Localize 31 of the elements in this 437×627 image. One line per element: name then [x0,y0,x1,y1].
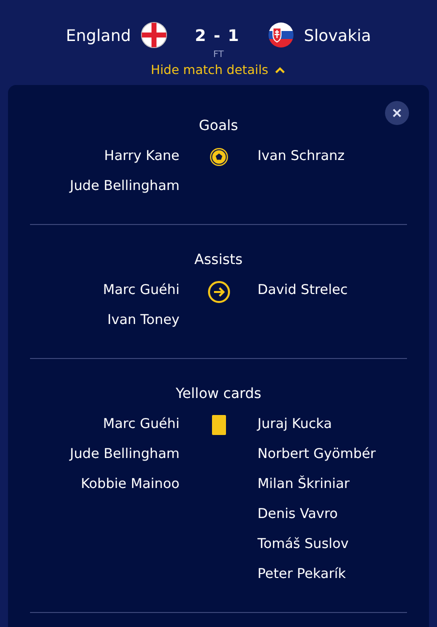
close-button[interactable] [385,101,409,125]
player-name: Marc Guéhi [102,415,180,434]
slovakia-flag-icon [268,22,294,48]
section-title: Goals [198,118,238,134]
section-title: Yellow cards [176,386,262,402]
player-name: Harry Kane [104,147,180,166]
booking-card-icon [212,415,226,435]
player-name: Denis Vavro [258,505,339,524]
close-icon [392,108,402,118]
player-name: Marc Guéhi [102,281,180,300]
player-name: Milan Škriniar [258,474,351,494]
player-name: Peter Pekarík [258,565,347,584]
player-name: Juraj Kucka [258,415,333,434]
player-name: Norbert Gyömbér [258,445,377,464]
team-name: Slovakia [304,26,372,44]
football-icon [208,147,228,167]
chevron-icon [274,66,286,74]
player-name: Ivan Schranz [258,147,346,166]
player-name: David Strelec [258,281,349,300]
arrow-circle-icon [206,280,230,304]
player-name: Ivan Toney [107,311,180,330]
player-name: Jude Bellingham [70,177,180,196]
team-name: England [66,26,131,44]
score: 2 - 1 [194,26,240,44]
player-name: Kobbie Mainoo [80,475,180,494]
player-name: Jude Bellingham [70,445,180,464]
player-name: Tomáš Suslov [258,535,350,554]
toggle-details-link[interactable]: Hide match details [150,60,286,79]
england-flag-icon [140,22,167,48]
section-title: Assists [194,252,243,268]
match-status: FT [213,50,224,60]
